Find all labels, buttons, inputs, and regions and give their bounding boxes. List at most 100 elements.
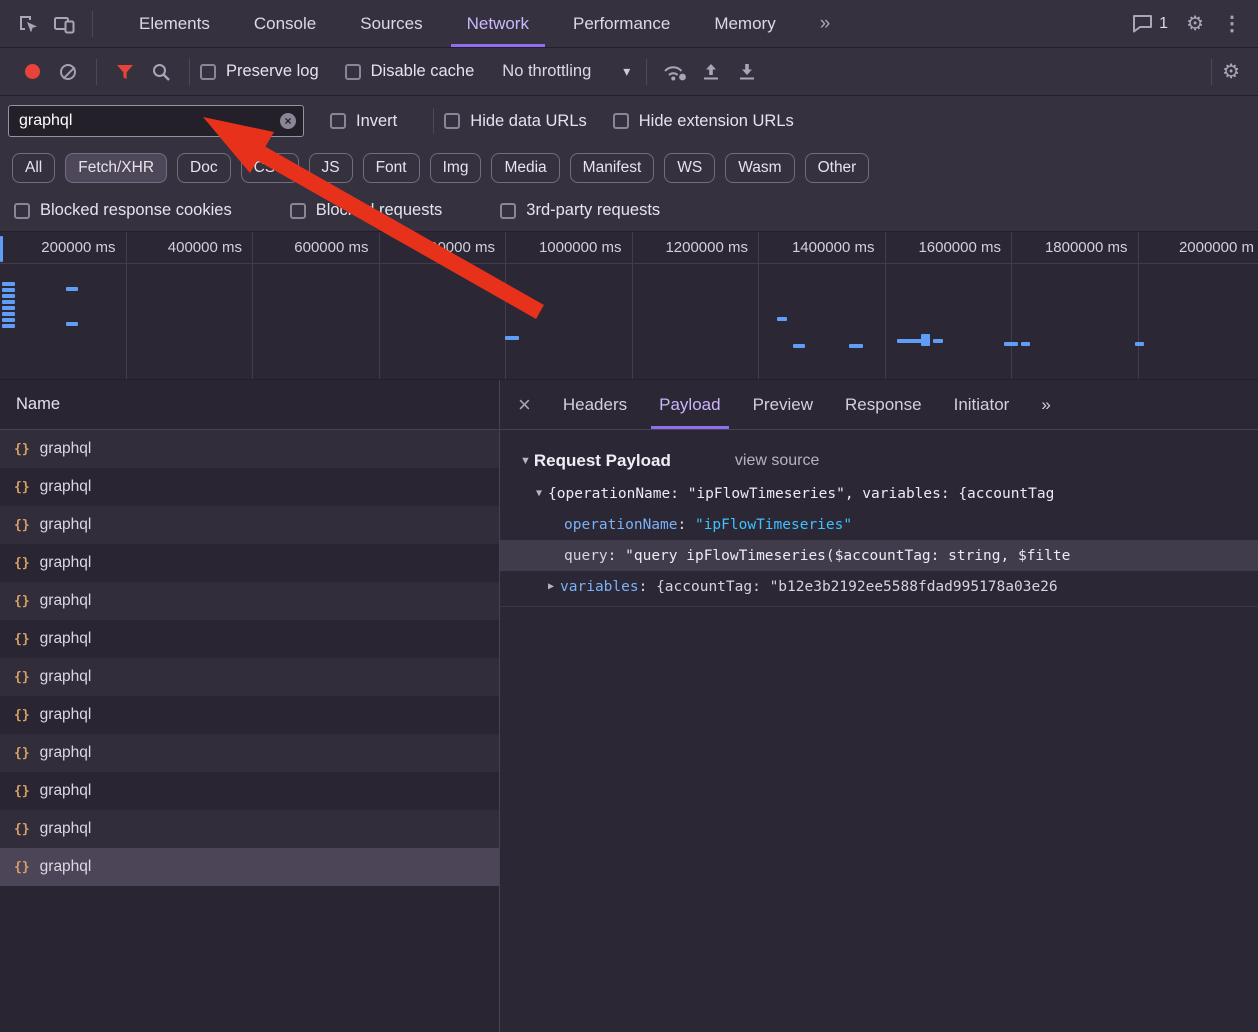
chip-manifest[interactable]: Manifest <box>570 153 655 183</box>
device-toolbar-icon[interactable] <box>46 6 82 42</box>
waterfall-bar[interactable] <box>2 318 15 322</box>
search-button[interactable] <box>143 54 179 90</box>
chip-doc[interactable]: Doc <box>177 153 231 183</box>
collapse-triangle-icon: ▼ <box>536 488 542 499</box>
hide-extension-urls-toggle[interactable]: Hide extension URLs <box>613 112 794 131</box>
tab-memory[interactable]: Memory <box>692 0 797 47</box>
request-payload-section-header[interactable]: ▼ Request Payload view source <box>500 444 1258 478</box>
request-row[interactable]: {}graphql <box>0 810 499 848</box>
view-source-link[interactable]: view source <box>735 452 819 470</box>
payload-value: "query ipFlowTimeseries($accountTag: str… <box>625 548 1070 564</box>
chip-fetch-xhr[interactable]: Fetch/XHR <box>65 153 167 183</box>
payload-row-variables[interactable]: ▶ variables: {accountTag: "b12e3b2192ee5… <box>500 571 1258 602</box>
tab-sources[interactable]: Sources <box>338 0 444 47</box>
name-column-header[interactable]: Name <box>0 380 499 430</box>
waterfall-bar[interactable] <box>933 339 943 343</box>
tab-response[interactable]: Response <box>829 380 938 429</box>
waterfall-bar[interactable] <box>2 282 15 286</box>
payload-tree: ▼ {operationName: "ipFlowTimeseries", va… <box>500 478 1258 607</box>
more-tabs-icon[interactable]: » <box>798 0 851 47</box>
third-party-checkbox <box>500 203 516 219</box>
waterfall-bar[interactable] <box>1135 342 1144 346</box>
disable-cache-toggle[interactable]: Disable cache <box>345 62 475 81</box>
waterfall-bar[interactable] <box>793 344 805 348</box>
request-row-selected[interactable]: {}graphql <box>0 848 499 886</box>
tab-headers[interactable]: Headers <box>547 380 643 429</box>
record-network-log-button[interactable] <box>14 54 50 90</box>
hide-extension-urls-checkbox <box>613 113 629 129</box>
waterfall-bar[interactable] <box>2 294 15 298</box>
chip-font[interactable]: Font <box>363 153 420 183</box>
payload-key: query <box>564 548 608 564</box>
waterfall-bar[interactable] <box>849 344 863 348</box>
waterfall-bar[interactable] <box>2 306 15 310</box>
third-party-toggle[interactable]: 3rd-party requests <box>500 201 660 220</box>
chip-media[interactable]: Media <box>491 153 559 183</box>
waterfall-bar[interactable] <box>1021 342 1030 346</box>
waterfall-bar[interactable] <box>66 287 78 291</box>
chip-all[interactable]: All <box>12 153 55 183</box>
tab-performance[interactable]: Performance <box>551 0 692 47</box>
payload-root-row[interactable]: ▼ {operationName: "ipFlowTimeseries", va… <box>500 478 1258 509</box>
request-row[interactable]: {}graphql <box>0 772 499 810</box>
clear-filter-icon[interactable]: × <box>280 113 296 129</box>
close-icon[interactable]: × <box>518 394 531 416</box>
waterfall-bar[interactable] <box>66 322 78 326</box>
filter-input[interactable] <box>8 105 304 137</box>
more-details-tabs-icon[interactable]: » <box>1025 380 1064 429</box>
request-row[interactable]: {}graphql <box>0 658 499 696</box>
console-messages-button[interactable]: 1 <box>1132 14 1168 33</box>
invert-filter-toggle[interactable]: Invert <box>330 112 397 131</box>
chip-ws[interactable]: WS <box>664 153 715 183</box>
tab-payload[interactable]: Payload <box>643 380 736 429</box>
messages-count: 1 <box>1159 15 1168 33</box>
request-row[interactable]: {}graphql <box>0 620 499 658</box>
network-overview-timeline[interactable]: 200000 ms 400000 ms 600000 ms 800000 ms … <box>0 232 1258 380</box>
chip-other[interactable]: Other <box>805 153 870 183</box>
request-row[interactable]: {}graphql <box>0 468 499 506</box>
blocked-cookies-toggle[interactable]: Blocked response cookies <box>14 201 232 220</box>
network-conditions-button[interactable] <box>657 54 693 90</box>
settings-gear-icon[interactable]: ⚙ <box>1186 14 1204 34</box>
waterfall-bar[interactable] <box>777 317 787 321</box>
payload-row-query[interactable]: query: "query ipFlowTimeseries($accountT… <box>500 540 1258 571</box>
blocked-requests-toggle[interactable]: Blocked requests <box>290 201 443 220</box>
inspect-element-icon[interactable] <box>10 6 46 42</box>
chip-css[interactable]: CSS <box>241 153 299 183</box>
waterfall-bar[interactable] <box>1004 342 1018 346</box>
request-row[interactable]: {}graphql <box>0 696 499 734</box>
waterfall-bar[interactable] <box>921 334 930 346</box>
request-row[interactable]: {}graphql <box>0 430 499 468</box>
request-row[interactable]: {}graphql <box>0 734 499 772</box>
payload-row-operationname[interactable]: operationName: "ipFlowTimeseries" <box>500 509 1258 540</box>
import-har-button[interactable] <box>693 54 729 90</box>
request-row[interactable]: {}graphql <box>0 582 499 620</box>
chip-wasm[interactable]: Wasm <box>725 153 794 183</box>
waterfall-bar[interactable] <box>2 324 15 328</box>
waterfall-bar[interactable] <box>2 312 15 316</box>
waterfall-bar[interactable] <box>0 236 3 262</box>
network-settings-gear-icon[interactable]: ⚙ <box>1222 62 1240 82</box>
tab-network[interactable]: Network <box>445 0 551 47</box>
filter-toggle-button[interactable] <box>107 54 143 90</box>
tab-initiator[interactable]: Initiator <box>938 380 1026 429</box>
tab-preview[interactable]: Preview <box>737 380 829 429</box>
hide-data-urls-toggle[interactable]: Hide data URLs <box>444 112 586 131</box>
waterfall-bar[interactable] <box>505 336 519 340</box>
export-har-button[interactable] <box>729 54 765 90</box>
clear-network-log-button[interactable] <box>50 54 86 90</box>
throttling-dropdown[interactable]: No throttling ▾ <box>502 62 630 81</box>
json-file-icon: {} <box>14 442 30 457</box>
tab-console[interactable]: Console <box>232 0 338 47</box>
waterfall-bar[interactable] <box>2 288 15 292</box>
chip-js[interactable]: JS <box>309 153 353 183</box>
request-row[interactable]: {}graphql <box>0 506 499 544</box>
waterfall-bar[interactable] <box>897 339 923 343</box>
preserve-log-toggle[interactable]: Preserve log <box>200 62 319 81</box>
filter-input-wrap: × <box>8 105 304 137</box>
request-row[interactable]: {}graphql <box>0 544 499 582</box>
kebab-menu-icon[interactable]: ⋮ <box>1222 14 1242 34</box>
chip-img[interactable]: Img <box>430 153 482 183</box>
waterfall-bar[interactable] <box>2 300 15 304</box>
tab-elements[interactable]: Elements <box>117 0 232 47</box>
